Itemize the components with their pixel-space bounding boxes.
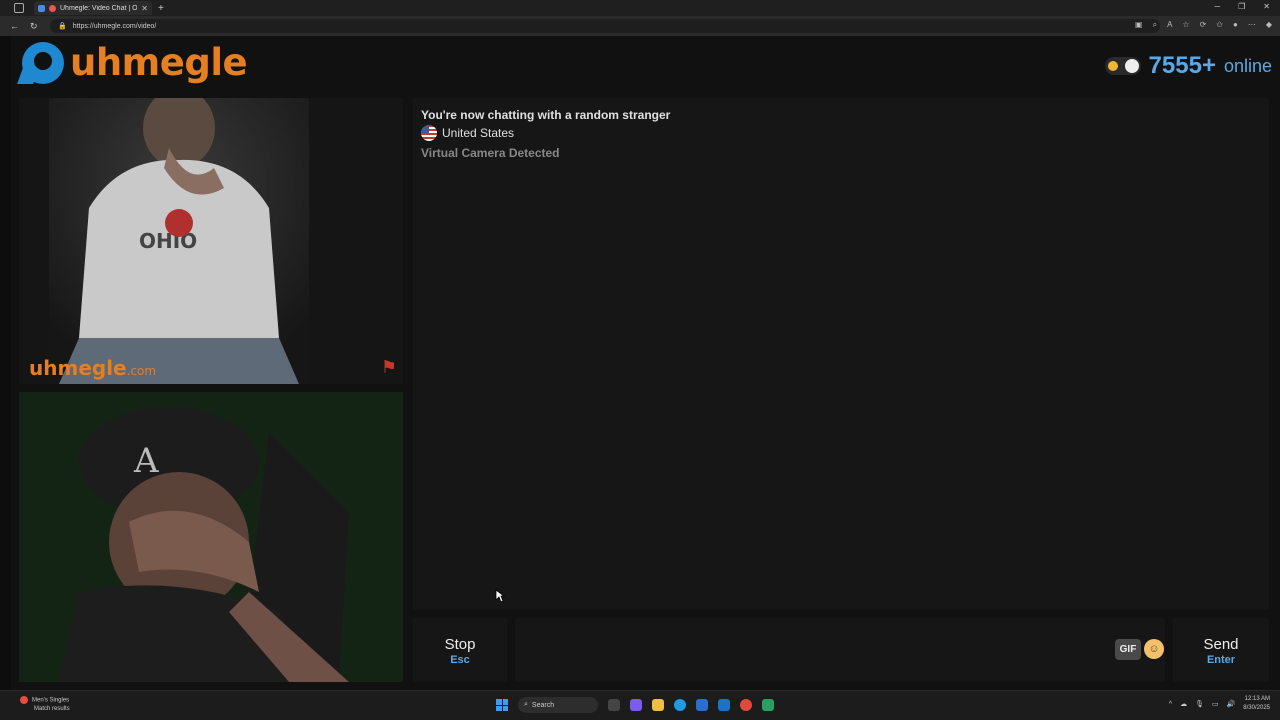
url-field[interactable]: 🔒 https://uhmegle.com/video/ bbox=[50, 19, 1160, 33]
browser-toolbar: ▣ ⌕ A ☆ ⟳ ✩ ● ⋯ ◆ bbox=[1135, 20, 1272, 30]
self-video-image: A bbox=[19, 392, 403, 682]
clock[interactable]: 12:13 AM 8/30/2025 bbox=[1243, 695, 1270, 713]
site-header: uhmegle 7555+ online bbox=[11, 36, 1280, 96]
logo-mark-icon bbox=[22, 41, 64, 84]
favorites-list-icon[interactable]: ✩ bbox=[1216, 20, 1223, 30]
online-label: online bbox=[1223, 55, 1272, 76]
watermark-suffix: .com bbox=[126, 364, 157, 378]
extensions-icon[interactable]: ⟳ bbox=[1200, 20, 1207, 30]
online-indicator: 7555+ online bbox=[1104, 52, 1272, 80]
browser-address-bar: ← ↻ 🔒 https://uhmegle.com/video/ ▣ ⌕ A ☆… bbox=[0, 16, 1280, 36]
cloud-icon[interactable]: ☁ bbox=[1180, 700, 1187, 708]
minimize-icon[interactable]: ─ bbox=[1214, 2, 1220, 11]
read-aloud-icon[interactable]: A bbox=[1167, 20, 1172, 30]
message-input[interactable] bbox=[515, 618, 1165, 682]
report-flag-icon[interactable]: ⚑ bbox=[381, 357, 397, 378]
task-view-icon[interactable] bbox=[608, 699, 620, 711]
zoom-icon[interactable]: ⌕ bbox=[1153, 20, 1157, 30]
taskbar-apps: ⌕ Search bbox=[496, 697, 774, 713]
os-taskbar: Men's Singles Match results ⌕ Search ^ ☁… bbox=[0, 690, 1280, 720]
store-icon[interactable] bbox=[696, 699, 708, 711]
news-icon bbox=[20, 696, 28, 704]
start-icon[interactable] bbox=[496, 699, 508, 711]
url-text: https://uhmegle.com/video/ bbox=[72, 22, 157, 30]
recording-icon bbox=[49, 4, 56, 12]
send-label: Send bbox=[1203, 636, 1239, 653]
stranger-video-image: OHIO bbox=[49, 98, 309, 384]
news-title: Men's Singles bbox=[32, 697, 70, 704]
close-window-icon[interactable]: ✕ bbox=[1263, 2, 1270, 11]
stop-key-hint: Esc bbox=[450, 654, 470, 666]
site-logo[interactable]: uhmegle bbox=[22, 41, 248, 84]
theme-toggle[interactable] bbox=[1104, 57, 1141, 75]
browser-tab[interactable]: Uhmegle: Video Chat | Ome ✕ bbox=[34, 1, 152, 15]
chrome-icon[interactable] bbox=[740, 699, 752, 711]
stranger-video: OHIO uhmegle.com ⚑ bbox=[19, 98, 403, 384]
search-icon: ⌕ bbox=[524, 701, 528, 708]
tab-title: Uhmegle: Video Chat | Ome bbox=[60, 4, 138, 12]
app-icon[interactable] bbox=[762, 699, 774, 711]
window-controls: ─ ❐ ✕ bbox=[1214, 2, 1270, 11]
display-icon[interactable]: ▭ bbox=[1212, 700, 1219, 708]
gif-button[interactable]: GIF bbox=[1115, 639, 1141, 660]
stranger-country: United States bbox=[421, 125, 1261, 141]
news-widget[interactable]: Men's Singles Match results bbox=[20, 696, 70, 713]
page: uhmegle 7555+ online OHIO uhmegle.com ⚑ … bbox=[11, 36, 1280, 690]
chat-status: You're now chatting with a random strang… bbox=[421, 108, 671, 122]
search-label: Search bbox=[531, 701, 555, 709]
chat-log: You're now chatting with a random strang… bbox=[413, 98, 1269, 610]
new-tab-button[interactable]: + bbox=[158, 3, 164, 14]
toggle-knob bbox=[1124, 59, 1139, 73]
sun-icon bbox=[1107, 61, 1118, 71]
lock-icon: 🔒 bbox=[58, 23, 67, 30]
copilot-app-icon[interactable] bbox=[630, 699, 642, 711]
edge-icon[interactable] bbox=[674, 699, 686, 711]
tray-chevron-icon[interactable]: ^ bbox=[1169, 701, 1172, 708]
tab-close-icon[interactable]: ✕ bbox=[141, 4, 148, 13]
mouse-cursor-icon bbox=[495, 589, 505, 603]
emoji-icon[interactable]: ☺ bbox=[1144, 639, 1164, 659]
browser-tab-bar: Uhmegle: Video Chat | Ome ✕ + ─ ❐ ✕ bbox=[0, 0, 1280, 16]
country-name: United States bbox=[442, 126, 515, 140]
self-video: A bbox=[19, 392, 403, 682]
restore-icon[interactable]: ❐ bbox=[1238, 2, 1245, 11]
site-favicon-icon bbox=[38, 4, 45, 12]
us-flag-icon bbox=[421, 125, 437, 141]
virtual-camera-notice: Virtual Camera Detected bbox=[421, 146, 560, 160]
watermark-text: uhmegle bbox=[29, 356, 127, 380]
tab-actions-icon[interactable] bbox=[14, 3, 24, 13]
copilot-icon[interactable]: ◆ bbox=[1266, 20, 1272, 30]
clock-date: 8/30/2025 bbox=[1243, 705, 1270, 711]
mic-icon[interactable]: 🎙 bbox=[1195, 700, 1204, 708]
favorite-icon[interactable]: ☆ bbox=[1182, 20, 1189, 30]
stop-button[interactable]: Stop Esc bbox=[413, 618, 507, 682]
svg-text:A: A bbox=[133, 441, 159, 481]
back-icon[interactable]: ← bbox=[10, 21, 20, 31]
online-count: 7555+ bbox=[1148, 52, 1216, 79]
logo-text: uhmegle bbox=[70, 41, 248, 84]
more-icon[interactable]: ⋯ bbox=[1248, 20, 1256, 30]
system-tray: ^ ☁ 🎙 ▭ 🔊 12:13 AM 8/30/2025 bbox=[1169, 695, 1270, 713]
file-explorer-icon[interactable] bbox=[652, 699, 664, 711]
news-subtitle: Match results bbox=[34, 705, 70, 712]
video-watermark: uhmegle.com bbox=[29, 356, 156, 380]
stop-label: Stop bbox=[444, 636, 476, 653]
clock-time: 12:13 AM bbox=[1244, 696, 1270, 702]
send-key-hint: Enter bbox=[1206, 654, 1236, 666]
camera-icon[interactable]: ▣ bbox=[1135, 20, 1143, 30]
refresh-icon[interactable]: ↻ bbox=[30, 21, 40, 32]
send-button[interactable]: Send Enter bbox=[1173, 618, 1269, 682]
taskbar-search[interactable]: ⌕ Search bbox=[518, 697, 598, 713]
outlook-icon[interactable] bbox=[718, 699, 730, 711]
profile-icon[interactable]: ● bbox=[1233, 20, 1238, 30]
volume-icon[interactable]: 🔊 bbox=[1227, 700, 1236, 708]
